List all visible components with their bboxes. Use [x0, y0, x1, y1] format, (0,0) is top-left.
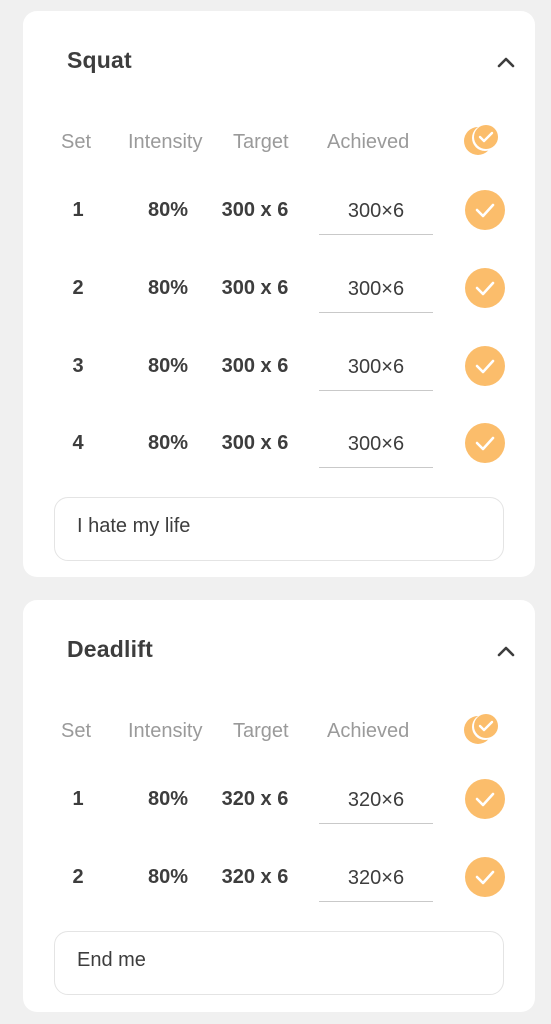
exercise-card-deadlift: Deadlift Set Intensity Target Achieved 1…	[23, 600, 535, 1012]
set-row: 1 80% 300 x 6	[23, 188, 535, 244]
notes-field[interactable]: I hate my life	[54, 497, 504, 561]
complete-set-button[interactable]	[465, 779, 505, 819]
achieved-input[interactable]	[319, 421, 433, 468]
achieved-input[interactable]	[319, 188, 433, 235]
set-number: 3	[72, 355, 84, 377]
set-target: 300 x 6	[221, 199, 289, 221]
collapse-button[interactable]	[491, 636, 521, 666]
achieved-input[interactable]	[319, 855, 433, 902]
set-intensity: 80%	[147, 866, 189, 888]
column-achieved: Achieved	[327, 131, 410, 153]
set-intensity: 80%	[147, 355, 189, 377]
set-row: 3 80% 300 x 6	[23, 344, 535, 400]
set-target: 300 x 6	[221, 432, 289, 454]
chevron-up-icon	[497, 57, 515, 68]
check-icon	[475, 359, 495, 374]
achieved-input[interactable]	[319, 344, 433, 391]
set-number: 2	[72, 866, 84, 888]
column-intensity: Intensity	[128, 131, 203, 153]
collapse-button[interactable]	[491, 47, 521, 77]
achieved-input[interactable]	[319, 266, 433, 313]
set-number: 1	[72, 788, 84, 810]
set-number: 1	[72, 199, 84, 221]
complete-set-button[interactable]	[465, 346, 505, 386]
set-intensity: 80%	[147, 432, 189, 454]
set-target: 300 x 6	[221, 355, 289, 377]
exercise-card-squat: Squat Set Intensity Target Achieved 1 80…	[23, 11, 535, 577]
complete-set-button[interactable]	[465, 268, 505, 308]
check-icon	[475, 281, 495, 296]
check-icon	[475, 870, 495, 885]
set-target: 320 x 6	[221, 866, 289, 888]
complete-set-button[interactable]	[465, 423, 505, 463]
column-set: Set	[61, 720, 92, 742]
set-number: 2	[72, 277, 84, 299]
set-intensity: 80%	[147, 199, 189, 221]
exercise-title: Squat	[67, 47, 132, 73]
set-intensity: 80%	[147, 788, 189, 810]
set-row: 2 80% 320 x 6	[23, 855, 535, 911]
set-table-header: Set Intensity Target Achieved	[23, 714, 535, 746]
achieved-input[interactable]	[319, 777, 433, 824]
double-check-icon	[464, 714, 498, 744]
check-icon	[475, 203, 495, 218]
chevron-up-icon	[497, 646, 515, 657]
complete-all-button[interactable]	[462, 712, 502, 748]
exercise-title: Deadlift	[67, 636, 153, 662]
set-row: 4 80% 300 x 6	[23, 421, 535, 477]
set-target: 300 x 6	[221, 277, 289, 299]
complete-set-button[interactable]	[465, 190, 505, 230]
notes-field[interactable]: End me	[54, 931, 504, 995]
complete-set-button[interactable]	[465, 857, 505, 897]
column-set: Set	[61, 131, 92, 153]
set-intensity: 80%	[147, 277, 189, 299]
check-icon	[475, 436, 495, 451]
column-target: Target	[233, 720, 289, 742]
column-achieved: Achieved	[327, 720, 410, 742]
set-table-header: Set Intensity Target Achieved	[23, 125, 535, 157]
double-check-icon	[464, 125, 498, 155]
set-target: 320 x 6	[221, 788, 289, 810]
column-intensity: Intensity	[128, 720, 203, 742]
check-icon	[475, 792, 495, 807]
set-number: 4	[72, 432, 84, 454]
set-row: 1 80% 320 x 6	[23, 777, 535, 833]
set-row: 2 80% 300 x 6	[23, 266, 535, 322]
column-target: Target	[233, 131, 289, 153]
complete-all-button[interactable]	[462, 123, 502, 159]
